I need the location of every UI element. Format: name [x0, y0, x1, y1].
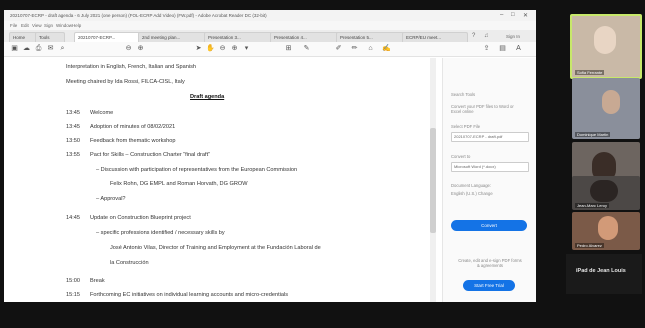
search-tools-label[interactable]: Search Tools — [451, 92, 475, 97]
search-icon[interactable]: ⌕ — [58, 44, 67, 53]
comment-icon[interactable]: ✎ — [302, 44, 311, 53]
participant-face — [594, 26, 616, 54]
zoom-out-icon[interactable]: ⊖ — [218, 44, 227, 53]
document-page: Interpretation in English, French, Itali… — [26, 58, 426, 302]
prev-page-icon[interactable]: ⊖ — [124, 44, 133, 53]
agenda-item: Pact for Skills – Construction Charter “… — [90, 152, 210, 158]
sign-in-link[interactable]: Sign In — [506, 34, 520, 39]
zoom-level-icon[interactable]: ▾ — [242, 44, 251, 53]
read-aloud-icon[interactable]: A — [514, 44, 523, 53]
chair-line: Meeting chaired by Ida Rossi, FILCA-CISL… — [66, 79, 185, 85]
hand-icon[interactable]: ✋ — [206, 44, 215, 53]
participant-face — [598, 216, 618, 240]
menu-sign[interactable]: Sign — [44, 23, 53, 28]
share-icon[interactable]: ⇪ — [482, 44, 491, 53]
tools-pane: Search Tools Convert your PDF files to W… — [442, 58, 536, 302]
fit-page-icon[interactable]: ⊞ — [284, 44, 293, 53]
free-trial-button[interactable]: Start Free Trial — [463, 280, 515, 291]
participant-name: Sofia Ferrante — [575, 70, 605, 75]
agenda-title: Draft agenda — [190, 94, 225, 100]
agenda-time: 13:45 — [66, 124, 80, 130]
menu-help[interactable]: Help — [72, 23, 81, 28]
save-icon[interactable]: ▣ — [10, 44, 19, 53]
cursor-icon[interactable]: ➤ — [194, 44, 203, 53]
agenda-time: 15:15 — [66, 292, 80, 298]
toolbar: ▣ ☁ ⎙ ✉ ⌕ ⊖ ⊕ ➤ ✋ ⊖ ⊕ ▾ ⊞ ✎ ✐ ✏ ⌂ ✍ ⇪ ▤ … — [4, 42, 536, 57]
tab-tools[interactable]: Tools — [35, 32, 65, 42]
agenda-subitem: Felix Rohn, DG EMPL and Roman Horvath, D… — [110, 181, 248, 187]
cloud-icon[interactable]: ☁ — [22, 44, 31, 53]
agenda-subitem: la Construcción — [110, 260, 149, 266]
more-tools-icon[interactable]: ▤ — [498, 44, 507, 53]
tab-presentation-3[interactable]: Presentation 3... — [204, 32, 274, 42]
agenda-time: 14:45 — [66, 215, 80, 221]
tab-meeting-plan[interactable]: 2nd meeting plan... — [138, 32, 208, 42]
agenda-subitem: José Antonio Vilas, Director of Training… — [110, 245, 321, 251]
help-icon[interactable]: ? — [472, 33, 475, 39]
format-select[interactable]: Microsoft Word (*.docx) — [451, 162, 529, 172]
convert-button[interactable]: Convert — [451, 220, 527, 231]
agenda-time: 13:45 — [66, 110, 80, 116]
agenda-item: Forthcoming EC initiatives on individual… — [90, 292, 289, 298]
agenda-time: 13:50 — [66, 138, 80, 144]
agenda-item: Welcome — [90, 110, 114, 116]
language-value[interactable]: English (U.S.) Change — [451, 191, 493, 196]
agenda-item: Feedback from thematic workshop — [90, 138, 176, 144]
file-select[interactable]: 20210707-ECRP - draft.pdf — [451, 132, 529, 142]
maximize-icon[interactable]: □ — [511, 12, 515, 18]
participant-tile[interactable]: Dominique Martin — [572, 78, 640, 139]
menu-edit[interactable]: Edit — [21, 23, 29, 28]
participant-tile[interactable]: Jean-Marc Leroy — [572, 176, 640, 210]
participant-face — [590, 180, 618, 202]
minimize-icon[interactable]: – — [500, 12, 503, 18]
participant-name: Pedro Alvarez — [575, 243, 604, 248]
participant-face — [602, 90, 620, 114]
promo-text: Create, edit and e-sign PDF forms & agre… — [458, 258, 522, 268]
scrollbar-thumb[interactable] — [430, 128, 436, 233]
tab-ecrp-meet[interactable]: ECRP/EU meet... — [402, 32, 468, 42]
participant-name: iPad de Jean Louis — [576, 268, 626, 274]
participant-tile-audio-only[interactable]: iPad de Jean Louis — [566, 254, 642, 294]
select-file-label: Select PDF File — [451, 124, 481, 129]
agenda-item: Break — [90, 278, 105, 284]
agenda-item: Adoption of minutes of 08/02/2021 — [90, 124, 176, 130]
agenda-time: 15:00 — [66, 278, 80, 284]
print-icon[interactable]: ⎙ — [34, 44, 43, 53]
menu-window[interactable]: Window — [56, 23, 72, 28]
zoom-in-icon[interactable]: ⊕ — [230, 44, 239, 53]
tab-presentation-5[interactable]: Presentation 5... — [336, 32, 406, 42]
participant-name: Dominique Martin — [575, 132, 611, 137]
highlight-icon[interactable]: ✐ — [334, 44, 343, 53]
stamp-icon[interactable]: ⌂ — [366, 44, 375, 53]
shared-screen: 20210707-ECRP - draft agenda - 6 July 20… — [4, 10, 536, 302]
agenda-subitem: – Discussion with participation of repre… — [96, 167, 298, 173]
agenda-item: Update on Construction Blueprint project — [90, 215, 191, 221]
close-icon[interactable]: ✕ — [523, 12, 528, 19]
email-icon[interactable]: ✉ — [46, 44, 55, 53]
participant-tile[interactable]: Pedro Alvarez — [572, 212, 640, 250]
convert-to-label: Convert to — [451, 154, 471, 159]
bell-icon[interactable]: ♫ — [484, 33, 489, 39]
draw-icon[interactable]: ✏ — [350, 44, 359, 53]
language-label: Document Language: — [451, 183, 492, 188]
participant-name: Jean-Marc Leroy — [575, 203, 610, 208]
interpretation-line: Interpretation in English, French, Itali… — [66, 64, 196, 70]
tab-agenda[interactable]: 20210707-ECRP... — [74, 32, 142, 42]
menu-file[interactable]: File — [10, 23, 17, 28]
menu-view[interactable]: View — [32, 23, 42, 28]
menu-bar: File Edit View Sign Window Help — [4, 21, 536, 30]
convert-note: Convert your PDF files to Word or Excel … — [451, 104, 514, 114]
sign-icon[interactable]: ✍ — [382, 44, 391, 53]
agenda-time: 13:55 — [66, 152, 80, 158]
agenda-subitem: – specific professions identified / nece… — [96, 230, 225, 236]
participant-tile-active[interactable]: Sofia Ferrante — [570, 14, 642, 79]
tab-presentation-4[interactable]: Presentation 4... — [270, 32, 340, 42]
agenda-subitem: – Approval? — [96, 196, 126, 202]
window-title: 20210707-ECRP - draft agenda - 6 July 20… — [10, 13, 267, 18]
next-page-icon[interactable]: ⊕ — [136, 44, 145, 53]
